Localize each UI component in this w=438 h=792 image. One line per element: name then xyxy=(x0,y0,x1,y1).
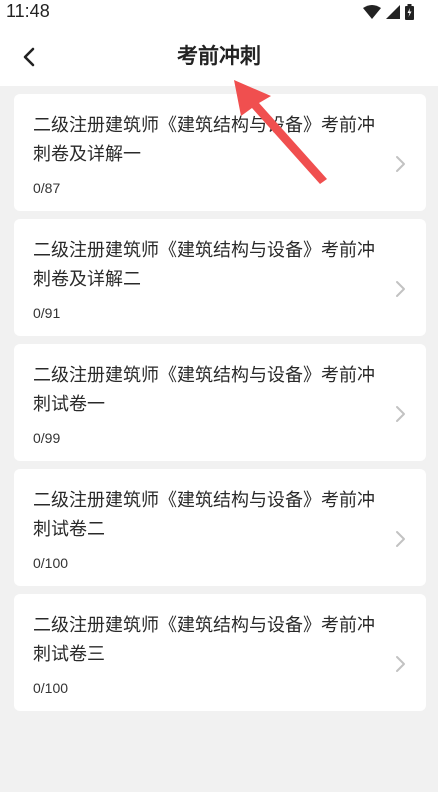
list-item[interactable]: 二级注册建筑师《建筑结构与设备》考前冲刺试卷三 0/100 xyxy=(14,594,426,711)
chevron-right-icon xyxy=(396,156,405,172)
page-title: 考前冲刺 xyxy=(177,44,261,68)
list-item-title: 二级注册建筑师《建筑结构与设备》考前冲刺试卷三 xyxy=(33,615,375,665)
cellular-signal-icon xyxy=(386,5,400,19)
list-item[interactable]: 二级注册建筑师《建筑结构与设备》考前冲刺卷及详解一 0/87 xyxy=(14,94,426,211)
list-item-progress: 0/87 xyxy=(33,180,61,196)
list-item-title: 二级注册建筑师《建筑结构与设备》考前冲刺试卷一 xyxy=(33,365,375,415)
list-item[interactable]: 二级注册建筑师《建筑结构与设备》考前冲刺试卷二 0/100 xyxy=(14,469,426,586)
chevron-right-icon xyxy=(396,656,405,672)
list-item[interactable]: 二级注册建筑师《建筑结构与设备》考前冲刺卷及详解二 0/91 xyxy=(14,219,426,336)
wifi-icon xyxy=(363,5,381,19)
chevron-right-icon xyxy=(396,406,405,422)
header: 考前冲刺 xyxy=(0,26,438,86)
list-item-title: 二级注册建筑师《建筑结构与设备》考前冲刺试卷二 xyxy=(33,490,375,540)
chevron-right-icon xyxy=(396,531,405,547)
battery-icon xyxy=(405,4,414,20)
list-item-progress: 0/100 xyxy=(33,555,69,571)
list-item-title: 二级注册建筑师《建筑结构与设备》考前冲刺卷及详解二 xyxy=(33,240,375,290)
status-icons xyxy=(363,4,414,20)
status-bar: 11:48 xyxy=(0,0,438,26)
list-item-title: 二级注册建筑师《建筑结构与设备》考前冲刺卷及详解一 xyxy=(33,115,375,165)
list-item-progress: 0/99 xyxy=(33,430,61,446)
chevron-right-icon xyxy=(396,281,405,297)
exam-list: 二级注册建筑师《建筑结构与设备》考前冲刺卷及详解一 0/87 二级注册建筑师《建… xyxy=(14,94,426,719)
list-item-progress: 0/100 xyxy=(33,680,69,696)
status-time: 11:48 xyxy=(6,1,50,21)
list-item-progress: 0/91 xyxy=(33,305,61,321)
list-item[interactable]: 二级注册建筑师《建筑结构与设备》考前冲刺试卷一 0/99 xyxy=(14,344,426,461)
